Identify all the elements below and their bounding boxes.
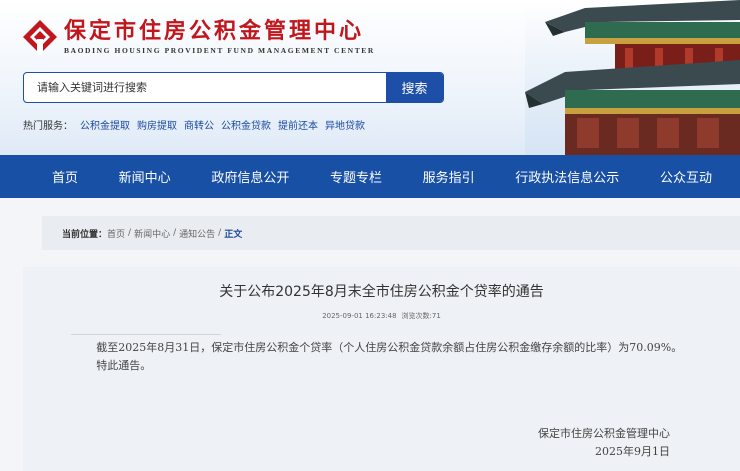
nav-item-gov-info[interactable]: 政府信息公开 — [211, 167, 289, 186]
article-meta: 2025-09-01 16:23:48 浏览次数:71 — [23, 311, 740, 321]
breadcrumb-separator: / — [128, 228, 132, 238]
nav-item-service-guide[interactable]: 服务指引 — [423, 167, 475, 186]
pagoda-eaves-illustration — [525, 0, 740, 155]
breadcrumb-home[interactable]: 首页 — [107, 227, 125, 240]
nav-item-news[interactable]: 新闻中心 — [119, 167, 171, 186]
building-emblem-icon — [22, 19, 58, 55]
breadcrumb: 当前位置： 首页 / 新闻中心 / 通知公告 / 正文 — [42, 216, 740, 250]
site-logo[interactable]: 保定市住房公积金管理中心 BAODING HOUSING PROVIDENT F… — [22, 18, 375, 55]
site-header: 保定市住房公积金管理中心 BAODING HOUSING PROVIDENT F… — [0, 0, 740, 155]
search-button[interactable]: 搜索 — [386, 73, 443, 102]
hot-link-fund-withdrawal[interactable]: 公积金提取 — [80, 117, 130, 132]
nav-item-topics[interactable]: 专题专栏 — [330, 167, 382, 186]
nav-item-interaction[interactable]: 公众互动 — [660, 167, 712, 186]
main-nav: 首页 新闻中心 政府信息公开 专题专栏 服务指引 行政执法信息公示 公众互动 — [0, 155, 740, 198]
hot-link-commercial-to-fund[interactable]: 商转公 — [184, 117, 214, 132]
hot-link-house-purchase-withdrawal[interactable]: 购房提取 — [137, 117, 177, 132]
hot-services-label: 热门服务： — [23, 121, 73, 132]
hot-link-remote-loan[interactable]: 异地贷款 — [325, 117, 365, 132]
article-sign-date: 2025年9月1日 — [595, 445, 670, 458]
site-name-en: BAODING HOUSING PROVIDENT FUND MANAGEMEN… — [64, 46, 375, 55]
article-signature: 保定市住房公积金管理中心 — [538, 427, 670, 440]
article-body: 截至2025年8月31日，保定市住房公积金个贷率（个人住房公积金贷款余额占住房公… — [71, 339, 691, 375]
breadcrumb-notices[interactable]: 通知公告 — [179, 227, 215, 240]
article-views: 浏览次数:71 — [401, 312, 441, 320]
article-date: 2025-09-01 16:23:48 — [322, 312, 397, 320]
site-name-cn: 保定市住房公积金管理中心 — [64, 18, 365, 44]
hot-services: 热门服务： 公积金提取 购房提取 商转公 公积金贷款 提前还本 异地贷款 — [23, 117, 365, 132]
breadcrumb-news[interactable]: 新闻中心 — [134, 227, 170, 240]
nav-item-enforcement[interactable]: 行政执法信息公示 — [515, 167, 619, 186]
search-bar: 搜索 — [23, 72, 444, 103]
breadcrumb-current: 正文 — [224, 229, 243, 240]
hot-link-early-repayment[interactable]: 提前还本 — [278, 117, 318, 132]
article-paragraph: 特此通告。 — [96, 359, 152, 372]
hot-link-fund-loan[interactable]: 公积金贷款 — [221, 117, 271, 132]
search-input[interactable] — [24, 73, 386, 102]
nav-item-home[interactable]: 首页 — [52, 167, 78, 186]
article-paragraph: 截至2025年8月31日，保定市住房公积金个贷率（个人住房公积金贷款余额占住房公… — [96, 341, 683, 354]
article-title: 关于公布2025年8月末全市住房公积金个贷率的通告 — [219, 284, 544, 300]
breadcrumb-separator: / — [173, 228, 177, 238]
breadcrumb-separator: / — [218, 228, 222, 238]
divider — [71, 334, 221, 335]
article: 关于公布2025年8月末全市住房公积金个贷率的通告 2025-09-01 16:… — [23, 267, 740, 471]
breadcrumb-prefix: 当前位置： — [62, 229, 108, 240]
